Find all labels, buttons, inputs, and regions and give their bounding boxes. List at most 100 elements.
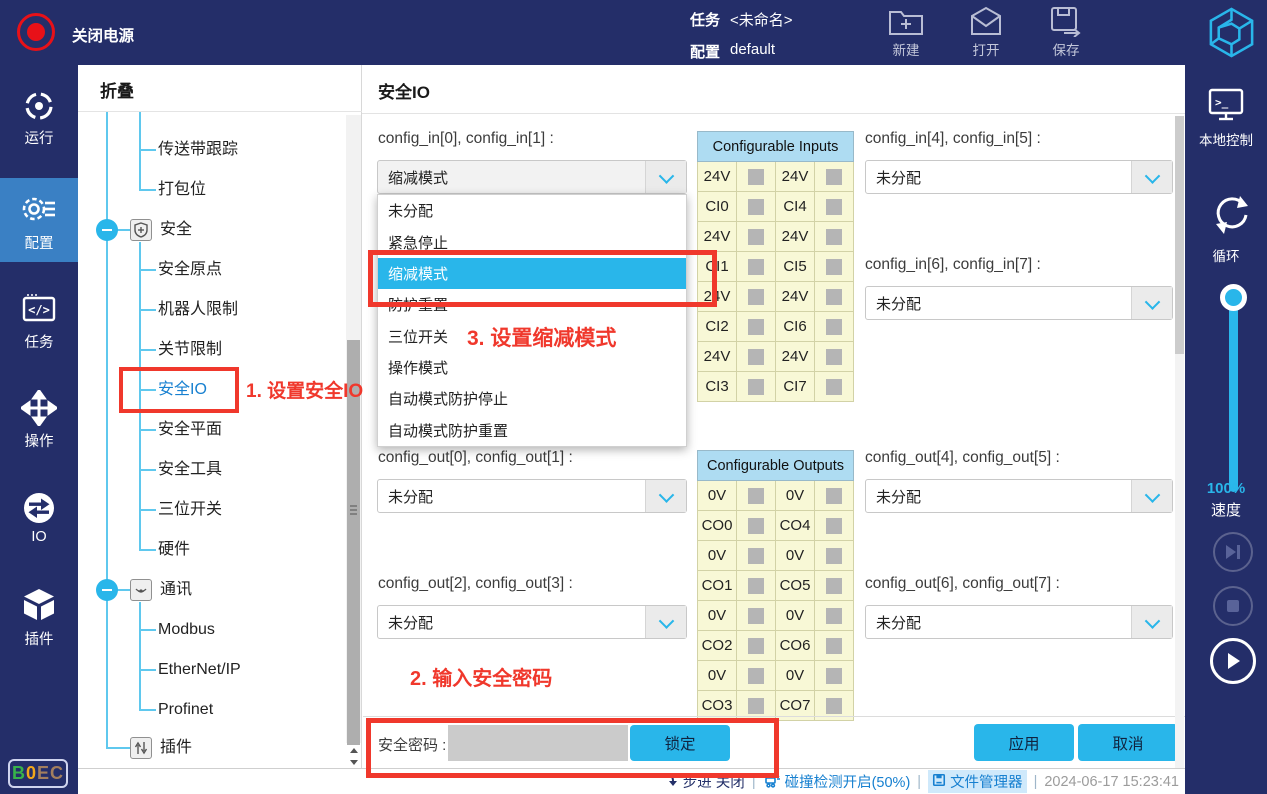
- antenna-icon: [130, 579, 152, 601]
- field-label-out45: config_out[4], config_out[5] :: [865, 449, 1060, 467]
- tree-item-safety-plane[interactable]: 安全平面: [158, 418, 222, 442]
- open-button[interactable]: 打开: [960, 5, 1012, 59]
- tree-scroll-down-button[interactable]: [346, 756, 361, 768]
- io-arrows-icon[interactable]: [19, 492, 59, 530]
- tree-connector-line: [140, 309, 156, 311]
- stop-button[interactable]: [1213, 586, 1253, 626]
- sidebar-item-run[interactable]: 运行: [0, 127, 78, 148]
- select-in01[interactable]: 缩减模式: [377, 160, 687, 194]
- step-mode-status[interactable]: 步进 关闭: [663, 771, 745, 792]
- io-cell: CO0: [698, 511, 737, 541]
- collision-detection-status[interactable]: 碰撞检测开启(50%): [763, 771, 911, 792]
- tree-connector-line: [140, 389, 156, 391]
- task-code-icon[interactable]: </>: [21, 292, 57, 331]
- tree-collapse-toggle-safety[interactable]: [96, 219, 118, 241]
- io-terminal: [815, 162, 854, 192]
- status-separator: |: [917, 774, 921, 790]
- step-forward-button[interactable]: [1213, 532, 1253, 572]
- apply-button[interactable]: 应用: [974, 724, 1074, 761]
- io-terminal: [737, 282, 776, 312]
- io-cell: 24V: [698, 282, 737, 312]
- sidebar-item-config[interactable]: 配置: [0, 232, 78, 253]
- chevron-down-icon: [1131, 480, 1172, 512]
- select-out67[interactable]: 未分配: [865, 605, 1173, 639]
- boec-letter: E: [37, 763, 50, 784]
- select-in67[interactable]: 未分配: [865, 286, 1173, 320]
- tree-item-communication[interactable]: 通讯: [160, 578, 192, 602]
- dropdown-option-selected[interactable]: 缩减模式: [378, 258, 686, 289]
- settings-gear-icon[interactable]: [19, 190, 59, 233]
- dropdown-option[interactable]: 操作模式: [378, 352, 686, 383]
- save-button[interactable]: 保存: [1040, 5, 1092, 59]
- tree-item-robot-limits[interactable]: 机器人限制: [158, 298, 238, 322]
- select-in67-value: 未分配: [866, 293, 1131, 314]
- dropdown-option[interactable]: 未分配: [378, 195, 686, 226]
- file-manager-button[interactable]: 文件管理器: [928, 770, 1027, 793]
- io-cell: CI7: [776, 372, 815, 402]
- lock-button[interactable]: 锁定: [630, 725, 730, 761]
- local-control-label: 本地控制: [1185, 129, 1267, 149]
- tree-connector-line: [140, 429, 156, 431]
- new-button[interactable]: 新建: [880, 5, 932, 59]
- local-control-icon[interactable]: >_: [1206, 86, 1246, 129]
- speed-slider-handle[interactable]: [1220, 284, 1247, 311]
- select-in01-value: 缩减模式: [378, 167, 645, 188]
- status-bar: 步进 关闭 | 碰撞检测开启(50%) | 文件管理器 | 2024-06-17…: [78, 768, 1185, 794]
- open-envelope-icon: [960, 5, 1012, 37]
- plugin-cube-icon[interactable]: [21, 588, 57, 627]
- tree-collapse-header[interactable]: 折叠: [100, 77, 134, 102]
- shield-icon: [130, 219, 152, 241]
- sidebar-item-task[interactable]: 任务: [0, 331, 78, 352]
- tree-connector-line: [140, 709, 156, 711]
- tree-item-hardware[interactable]: 硬件: [158, 538, 190, 562]
- io-terminal: [815, 312, 854, 342]
- tree-scroll-up-button[interactable]: [346, 744, 361, 756]
- tree-item-joint-limits[interactable]: 关节限制: [158, 338, 222, 362]
- tree-collapse-toggle-comm[interactable]: [96, 579, 118, 601]
- dropdown-option[interactable]: 防护重置: [378, 289, 686, 320]
- speed-slider-track[interactable]: [1229, 296, 1238, 492]
- field-label-out01: config_out[0], config_out[1] :: [378, 449, 573, 467]
- sidebar-item-plugin[interactable]: 插件: [0, 628, 78, 649]
- dropdown-option[interactable]: 自动模式防护停止: [378, 383, 686, 414]
- tree-item-plugin[interactable]: 插件: [160, 736, 192, 760]
- io-terminal: [737, 481, 776, 511]
- tree-item-conveyor-tracking[interactable]: 传送带跟踪: [158, 138, 238, 162]
- config-value: default: [730, 41, 775, 58]
- select-out45-value: 未分配: [866, 486, 1131, 507]
- password-input[interactable]: [448, 725, 628, 761]
- sidebar-item-io[interactable]: IO: [0, 529, 78, 545]
- select-out01[interactable]: 未分配: [377, 479, 687, 513]
- run-icon[interactable]: [21, 88, 57, 129]
- io-terminal: [815, 342, 854, 372]
- select-out23[interactable]: 未分配: [377, 605, 687, 639]
- io-cell: CI4: [776, 192, 815, 222]
- main-scrollbar-thumb[interactable]: [1175, 116, 1184, 354]
- tree-item-profinet[interactable]: Profinet: [158, 698, 213, 722]
- tree-item-tool-pos[interactable]: 工具位: [158, 112, 206, 118]
- io-cell: 24V: [698, 342, 737, 372]
- tree-item-safety[interactable]: 安全: [160, 218, 192, 242]
- tree-item-safety-origin[interactable]: 安全原点: [158, 258, 222, 282]
- select-out45[interactable]: 未分配: [865, 479, 1173, 513]
- io-cell: CO5: [776, 571, 815, 601]
- cancel-button[interactable]: 取消: [1078, 724, 1178, 761]
- tree-item-packing-pos[interactable]: 打包位: [158, 178, 206, 202]
- loop-icon[interactable]: [1210, 192, 1254, 243]
- play-button[interactable]: [1210, 638, 1256, 684]
- sidebar-item-operate[interactable]: 操作: [0, 430, 78, 451]
- move-arrows-icon[interactable]: [21, 390, 57, 431]
- select-in45[interactable]: 未分配: [865, 160, 1173, 194]
- chevron-down-icon: [645, 606, 686, 638]
- file-manager-icon: [932, 773, 946, 791]
- tree-item-modbus[interactable]: Modbus: [158, 618, 215, 642]
- tree-item-ethernet-ip[interactable]: EtherNet/IP: [158, 658, 241, 682]
- outputs-table-header: Configurable Outputs: [698, 451, 854, 481]
- annotation-step1: 1. 设置安全IO: [246, 376, 363, 403]
- dropdown-option[interactable]: 自动模式防护重置: [378, 415, 686, 446]
- io-cell: CI2: [698, 312, 737, 342]
- tree-item-safety-io[interactable]: 安全IO: [158, 378, 207, 402]
- tree-item-safety-tool[interactable]: 安全工具: [158, 458, 222, 482]
- dropdown-option[interactable]: 紧急停止: [378, 226, 686, 257]
- tree-item-three-pos-switch[interactable]: 三位开关: [158, 498, 222, 522]
